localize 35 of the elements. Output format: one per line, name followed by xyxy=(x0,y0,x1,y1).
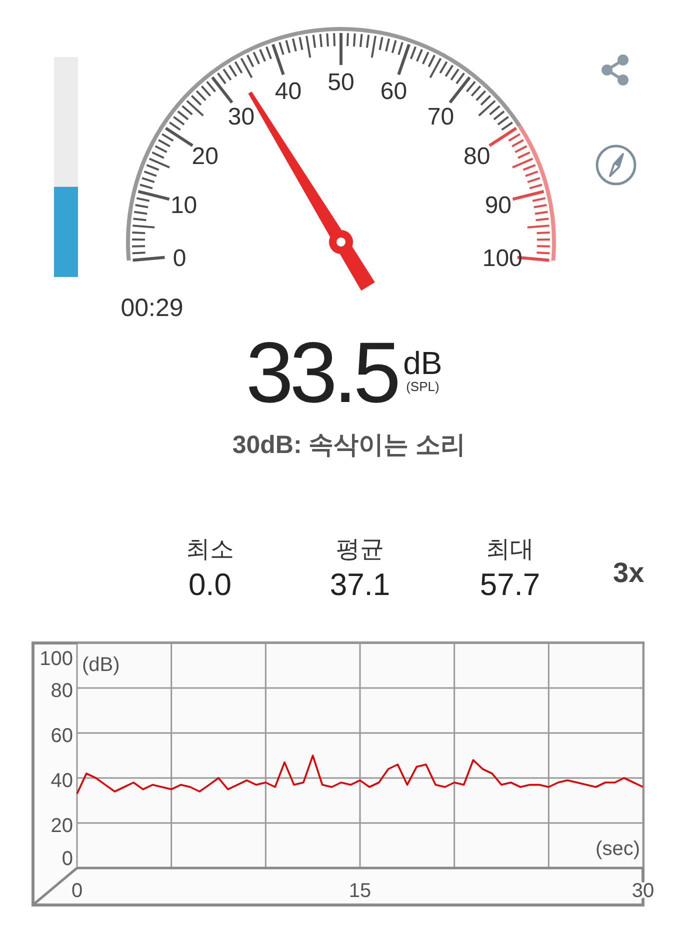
compass-icon[interactable] xyxy=(596,144,636,186)
scale-label: 30 xyxy=(228,103,255,130)
stat-value: 0.0 xyxy=(188,567,232,603)
scale-label: 100 xyxy=(482,245,522,272)
elapsed-time: 00:29 xyxy=(120,294,184,320)
scale-label: 60 xyxy=(380,78,408,105)
stat-value: 37.1 xyxy=(330,567,390,603)
x-axis-unit: (sec) xyxy=(596,838,640,860)
scale-label: 40 xyxy=(274,78,302,105)
axis-label: 15 xyxy=(348,880,372,902)
stat-label: 최대 xyxy=(486,535,534,565)
axis-label: 40 xyxy=(50,770,73,792)
share-icon[interactable] xyxy=(602,54,628,86)
scale-label: 0 xyxy=(172,245,186,272)
scale-label: 70 xyxy=(427,103,454,130)
sound-level-reading: 33.5 xyxy=(246,330,398,416)
scale-label: 90 xyxy=(484,192,512,219)
speed-button[interactable]: 3x xyxy=(613,557,644,589)
axis-label: 0 xyxy=(71,880,83,902)
axis-label: 100 xyxy=(40,648,73,670)
axis-label: 80 xyxy=(50,680,73,702)
scale-label: 20 xyxy=(192,142,218,170)
axis-label: 60 xyxy=(50,725,73,747)
axis-label: 20 xyxy=(50,815,73,837)
stat-label: 평균 xyxy=(336,535,384,565)
y-axis-unit: (dB) xyxy=(82,654,120,676)
scale-label: 10 xyxy=(170,192,198,219)
scale-label: 80 xyxy=(464,142,490,170)
scale-label: 50 xyxy=(328,69,354,96)
level-description: 30dB: 속삭이는 소리 xyxy=(231,430,467,461)
stat-label: 최소 xyxy=(186,535,234,565)
unit-note: (SPL) xyxy=(406,379,440,394)
axis-label: 0 xyxy=(62,848,73,870)
stat-value: 57.7 xyxy=(480,567,540,603)
unit-label: dB xyxy=(403,347,442,379)
